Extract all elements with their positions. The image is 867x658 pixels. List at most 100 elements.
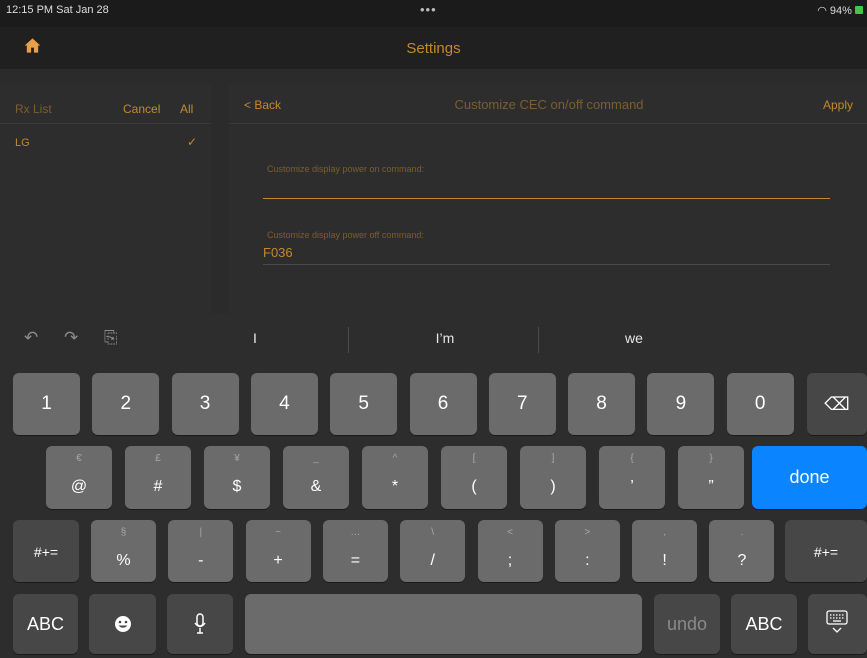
key-3[interactable]: 3 [171, 373, 239, 435]
rx-list-header: Rx List [15, 102, 52, 116]
power-on-label: Customize display power on command: [267, 164, 425, 174]
key-alt-label: { [630, 453, 634, 464]
suggestion-1[interactable]: I [240, 330, 270, 346]
dictation-key[interactable] [167, 594, 233, 654]
key-5[interactable]: 5 [330, 373, 398, 435]
key-2[interactable]: 2 [92, 373, 160, 435]
key-alt-label: ] [551, 453, 555, 464]
key-alt-label: £ [155, 453, 161, 464]
symbol-key[interactable]: ¥ $ [204, 446, 270, 509]
key-alt-label: ¥ [234, 453, 240, 464]
symbol-key[interactable]: [( [441, 446, 507, 509]
symbol-key[interactable]: .? [709, 520, 775, 582]
multitasking-dots[interactable]: ••• [420, 2, 437, 17]
delete-button[interactable]: ⌫ [807, 373, 867, 435]
emoji-key[interactable] [89, 594, 156, 654]
status-time: 12:15 PM Sat Jan 28 [6, 4, 109, 16]
symbol-key[interactable]: ,! [632, 520, 698, 582]
key-label: ? [737, 552, 747, 569]
key-6[interactable]: 6 [409, 373, 477, 435]
key-label: 7 [517, 393, 528, 414]
on-screen-keyboard: ↶ ↷ ⎘ I I’m we done ⌫ #+= #+= ABC undo A… [0, 314, 867, 658]
symbol-key[interactable]: ]) [520, 446, 586, 509]
divider [0, 123, 211, 124]
symbol-key[interactable]: §% [91, 520, 156, 582]
key-label: 1 [41, 393, 52, 414]
symbol-key[interactable]: € @ [46, 446, 112, 509]
cec-command-panel: < Back Customize CEC on/off command Appl… [229, 85, 867, 330]
emoji-icon [115, 616, 131, 632]
key-8[interactable]: 8 [568, 373, 636, 435]
key-alt-label: < [507, 527, 513, 538]
key-1[interactable]: 1 [13, 373, 80, 435]
symbol-key[interactable]: £ # [125, 446, 191, 509]
power-on-input[interactable] [263, 176, 830, 198]
status-bar: 12:15 PM Sat Jan 28 ••• ◠ 94% [0, 0, 867, 27]
key-alt-label: , [663, 527, 666, 538]
key-alt-label: ^ [392, 453, 398, 464]
key-0[interactable]: 0 [726, 373, 794, 435]
symbol-key[interactable]: | - [168, 520, 234, 582]
abc-key-right[interactable]: ABC [731, 594, 797, 654]
symbol-key[interactable]: {’ [599, 446, 665, 509]
select-all-button[interactable]: All [180, 102, 193, 116]
key-label: ( [471, 478, 477, 495]
suggestion-divider [348, 327, 349, 353]
symbol-key[interactable]: }” [678, 446, 744, 509]
space-bar[interactable] [245, 594, 642, 654]
key-label: 9 [675, 393, 687, 414]
redo-icon[interactable]: ↷ [64, 328, 78, 348]
symbol-key[interactable]: >: [554, 520, 620, 582]
symbol-key[interactable]: _ & [283, 446, 349, 509]
panel-title: Customize CEC on/off command [454, 97, 644, 112]
power-off-label: Customize display power off command: [267, 230, 424, 240]
abc-key-left[interactable]: ABC [13, 594, 78, 654]
key-4[interactable]: 4 [250, 373, 318, 435]
key-alt-label: … [350, 527, 361, 538]
more-symbols-key-left[interactable]: #+= [13, 520, 79, 582]
undo-icon[interactable]: ↶ [24, 328, 38, 348]
symbol-key[interactable]: \ / [400, 520, 466, 582]
navigation-bar: Settings [0, 27, 867, 69]
symbol-key[interactable]: ~ + [245, 520, 311, 582]
key-label: & [310, 478, 322, 495]
apply-button[interactable]: Apply [823, 98, 853, 112]
cancel-button[interactable]: Cancel [123, 102, 160, 116]
key-label: ) [550, 478, 556, 495]
battery-icon [855, 6, 863, 14]
undo-key[interactable]: undo [654, 594, 720, 654]
key-7[interactable]: 7 [488, 373, 556, 435]
key-alt-label: \ [431, 527, 435, 538]
key-label: ! [662, 552, 667, 569]
microphone-icon [194, 613, 206, 634]
key-alt-label: . [740, 527, 744, 538]
checkmark-icon: ✓ [187, 135, 198, 149]
key-label: @ [70, 478, 88, 495]
symbol-key[interactable]: <; [477, 520, 543, 582]
hide-keyboard-key[interactable] [808, 594, 867, 654]
wifi-icon: ◠ [817, 5, 827, 17]
key-9[interactable]: 9 [647, 373, 715, 435]
paste-icon[interactable]: ⎘ [104, 328, 118, 348]
key-alt-label: ~ [275, 527, 282, 538]
divider [229, 123, 867, 124]
back-button[interactable]: < Back [244, 98, 281, 112]
key-label: * [391, 478, 399, 495]
done-label: done [789, 467, 830, 487]
symbol-key[interactable]: … = [322, 520, 388, 582]
done-button[interactable]: done [752, 446, 867, 509]
power-off-input[interactable] [263, 241, 830, 263]
suggestion-3[interactable]: we [609, 330, 659, 346]
key-alt-label: € [76, 453, 82, 464]
rx-list-panel: Rx List Cancel All LG ✓ [0, 85, 211, 330]
suggestion-2[interactable]: I’m [420, 330, 470, 346]
key-alt-label: > [584, 527, 591, 538]
key-label: / [430, 552, 435, 569]
more-symbols-key-right[interactable]: #+= [785, 520, 867, 582]
rx-list-item[interactable]: LG [15, 137, 30, 149]
key-alt-label: § [120, 527, 127, 538]
key-alt-label: | [199, 527, 203, 538]
key-label: ; [507, 552, 513, 569]
symbol-key[interactable]: ^ * [362, 446, 428, 509]
key-label: 4 [279, 393, 290, 414]
